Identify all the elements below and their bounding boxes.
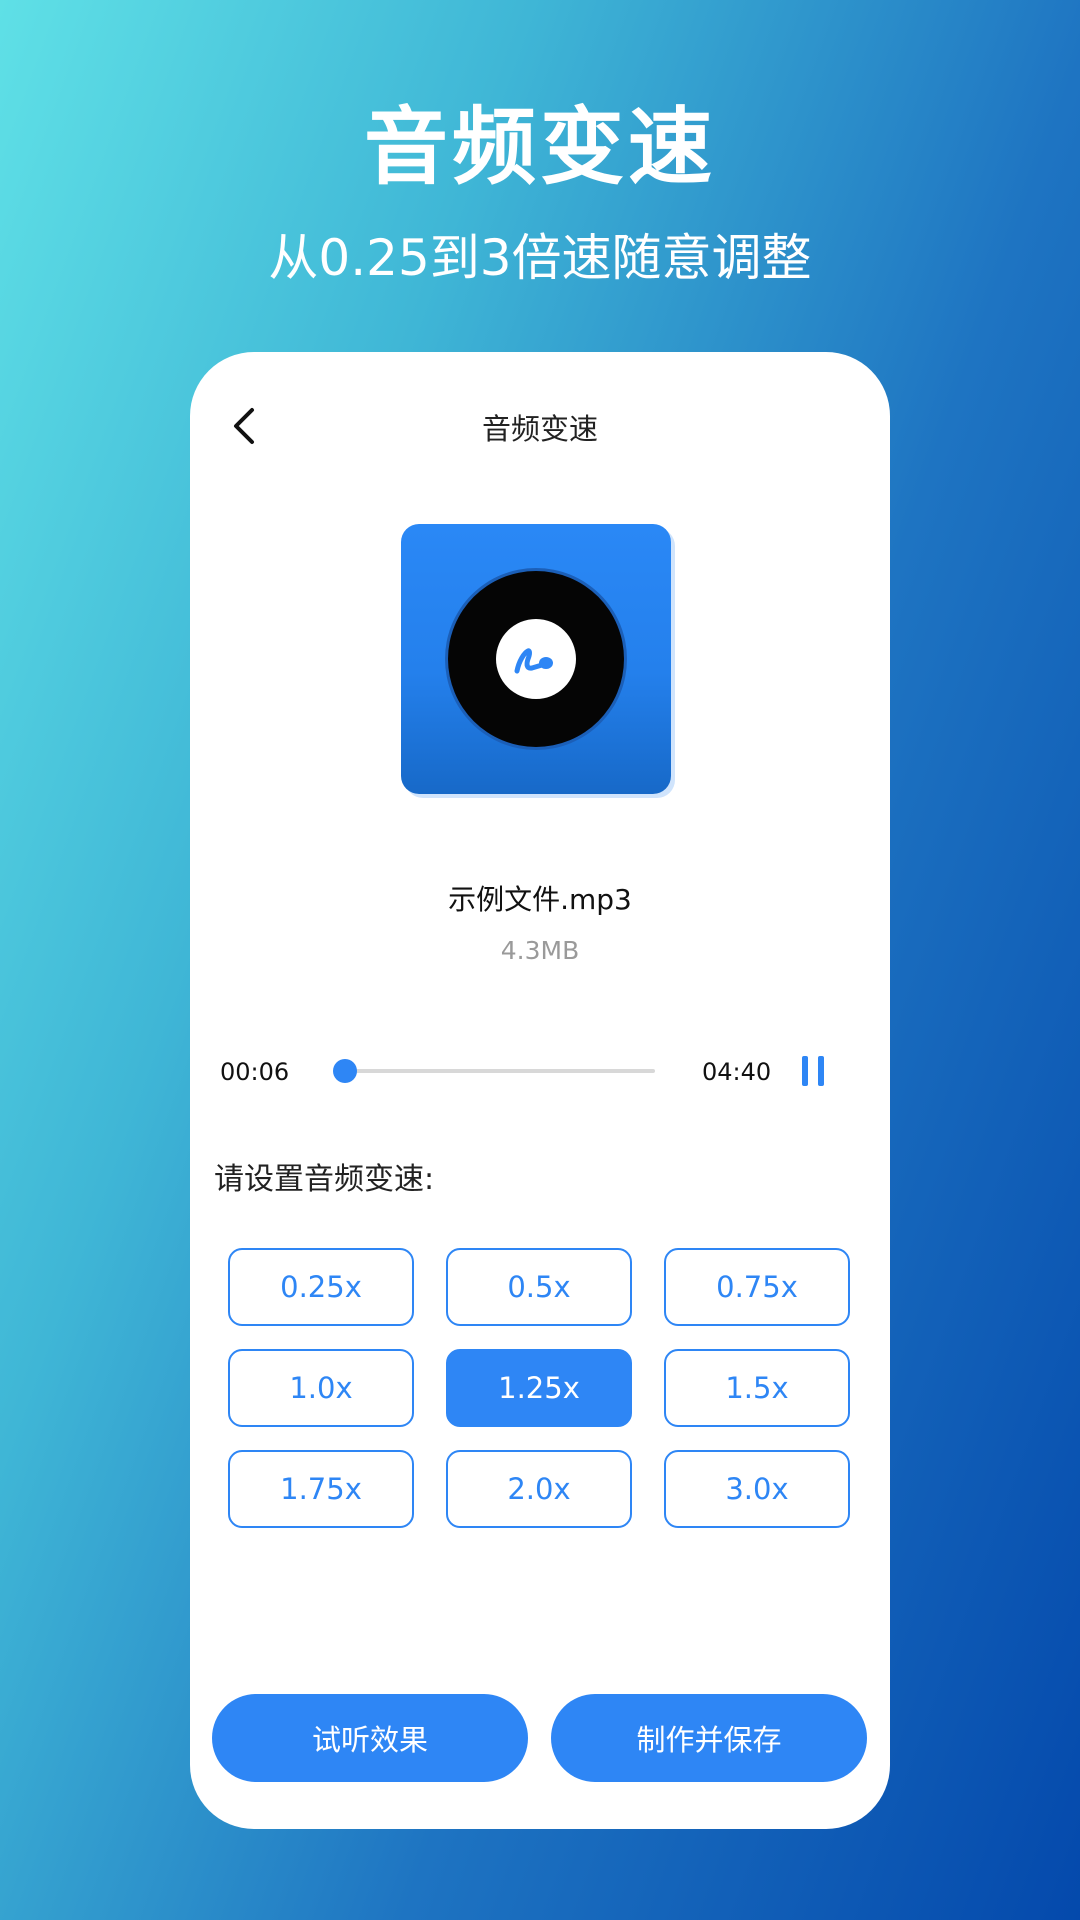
progress-slider[interactable] <box>333 1059 655 1083</box>
speed-option[interactable]: 1.5x <box>664 1349 850 1427</box>
save-button[interactable]: 制作并保存 <box>551 1694 867 1782</box>
progress-thumb[interactable] <box>333 1059 358 1083</box>
album-cover <box>401 524 671 794</box>
total-time: 04:40 <box>702 1058 772 1086</box>
speed-option[interactable]: 2.0x <box>446 1450 632 1528</box>
speed-option[interactable]: 0.75x <box>664 1248 850 1326</box>
speed-option[interactable]: 0.5x <box>446 1248 632 1326</box>
speed-label: 请设置音频变速: <box>214 1162 435 1197</box>
promo-title: 音频变速 <box>363 98 716 196</box>
speed-option[interactable]: 1.25x <box>446 1349 632 1427</box>
speed-option[interactable]: 1.0x <box>228 1349 414 1427</box>
music-disc-icon <box>448 571 624 747</box>
pause-icon <box>802 1056 808 1086</box>
promo-subtitle: 从0.25到3倍速随意调整 <box>268 229 812 287</box>
speed-options: 0.25x 0.5x 0.75x 1.0x 1.25x 1.5x 1.75x 2… <box>228 1248 852 1528</box>
music-note-icon <box>514 648 553 674</box>
current-time: 00:06 <box>220 1058 290 1086</box>
pause-button[interactable] <box>798 1052 828 1088</box>
speed-option[interactable]: 1.75x <box>228 1450 414 1528</box>
speed-option[interactable]: 3.0x <box>664 1450 850 1528</box>
file-size: 4.3MB <box>500 936 580 965</box>
speed-option[interactable]: 0.25x <box>228 1248 414 1326</box>
phone-screen: 音频变速 示例文件.mp3 4.3MB 00:06 04:40 请设置音频变速:… <box>190 352 890 1829</box>
file-name: 示例文件.mp3 <box>448 883 632 916</box>
page-title: 音频变速 <box>481 412 598 446</box>
pause-icon <box>818 1056 824 1086</box>
disc-label <box>496 619 576 699</box>
preview-button[interactable]: 试听效果 <box>212 1694 528 1782</box>
